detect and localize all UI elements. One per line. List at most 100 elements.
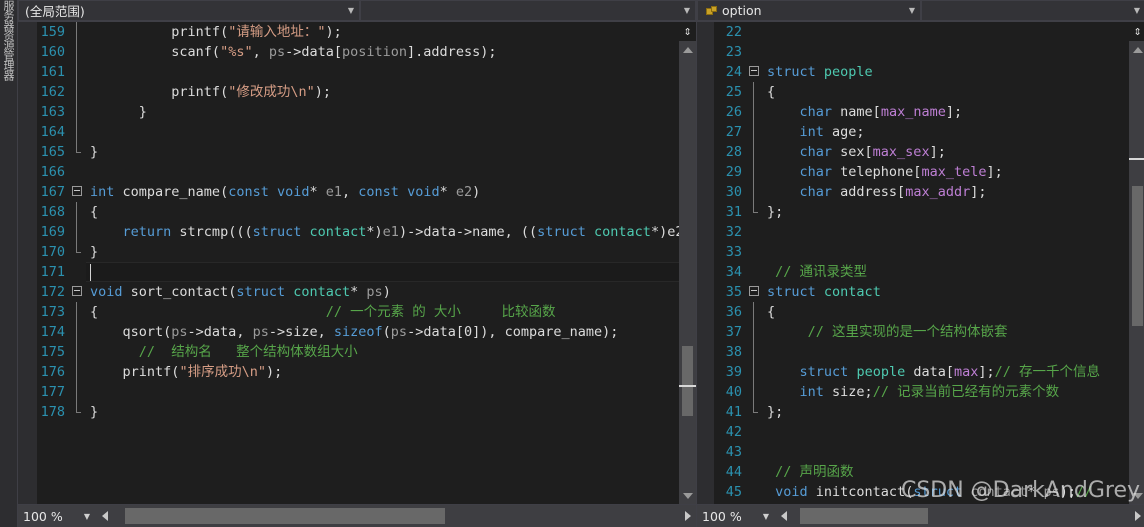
vertical-scroll-track-right[interactable] xyxy=(1129,58,1144,487)
server-explorer-tab[interactable]: 服务器资源管理器 xyxy=(0,0,17,120)
vertical-scrollbar-left[interactable]: ⇕ xyxy=(679,22,696,504)
code-line[interactable]: 23 xyxy=(714,42,1129,62)
scroll-up-button-right[interactable] xyxy=(1129,41,1144,58)
code-line[interactable]: 45 void initcontact(struct contact* ps);… xyxy=(714,482,1129,502)
code-line[interactable]: 27 int age; xyxy=(714,122,1129,142)
fold-margin-cell xyxy=(71,242,86,262)
code-text-area-left[interactable]: 159 printf("请输入地址："); 160 scanf("%s", ps-… xyxy=(37,22,679,504)
fold-margin-cell[interactable] xyxy=(748,282,763,302)
member-combo-right[interactable]: ▼ xyxy=(921,0,1144,21)
code-line[interactable]: 168 { xyxy=(37,202,679,222)
code-line[interactable]: 29 char telephone[max_tele]; xyxy=(714,162,1129,182)
code-token: contact xyxy=(594,224,651,240)
code-line[interactable]: 164 xyxy=(37,122,679,142)
code-line[interactable]: 162 printf("修改成功\n"); xyxy=(37,82,679,102)
scroll-right-button-left[interactable] xyxy=(679,505,696,527)
horizontal-scroll-track-right[interactable] xyxy=(792,505,1129,527)
code-line[interactable]: 46 xyxy=(714,502,1129,504)
chevron-down-icon[interactable]: ▼ xyxy=(78,512,96,521)
scroll-left-button-left[interactable] xyxy=(96,505,113,527)
code-token: ->size, xyxy=(268,324,334,340)
code-line[interactable]: 41}; xyxy=(714,402,1129,422)
vertical-scrollbar-right[interactable]: ⇕ xyxy=(1129,22,1144,504)
code-line[interactable]: 30 char address[max_addr]; xyxy=(714,182,1129,202)
chevron-down-icon[interactable]: ▼ xyxy=(679,6,695,15)
code-line[interactable]: 176 printf("排序成功\n"); xyxy=(37,362,679,382)
code-line[interactable]: 172 void sort_contact(struct contact* ps) xyxy=(37,282,679,302)
chevron-down-icon[interactable]: ▼ xyxy=(343,6,359,15)
indicator-margin-right[interactable] xyxy=(697,22,714,504)
code-line[interactable]: 175 // 结构名 整个结构体数组大小 xyxy=(37,342,679,362)
code-line[interactable]: 44 // 声明函数 xyxy=(714,462,1129,482)
collapse-minus-icon[interactable] xyxy=(749,286,759,296)
code-line[interactable]: 37 // 这里实现的是一个结构体嵌套 xyxy=(714,322,1129,342)
code-line[interactable]: 174 qsort(ps->data, ps->size, sizeof(ps-… xyxy=(37,322,679,342)
collapse-minus-icon[interactable] xyxy=(72,186,82,196)
vertical-scroll-thumb-left[interactable] xyxy=(682,346,693,416)
vertical-scroll-thumb-right[interactable] xyxy=(1132,186,1143,326)
code-line-text: int size;// 记录当前已经有的元素个数 xyxy=(763,382,1129,402)
zoom-level-left: 100 % xyxy=(23,508,63,524)
code-line[interactable]: 163 } xyxy=(37,102,679,122)
fold-margin-cell[interactable] xyxy=(748,62,763,82)
code-line[interactable]: 24 struct people xyxy=(714,62,1129,82)
code-line[interactable]: 35 struct contact xyxy=(714,282,1129,302)
code-text-area-right[interactable]: 22 23 24 struct people 25 {26 char name[max_n… xyxy=(714,22,1129,504)
code-line[interactable]: 165} xyxy=(37,142,679,162)
code-line[interactable]: 178} xyxy=(37,402,679,422)
scope-combo-right[interactable]: option ▼ xyxy=(697,0,921,21)
code-line[interactable]: 26 char name[max_name]; xyxy=(714,102,1129,122)
code-line[interactable]: 166 xyxy=(37,162,679,182)
code-line[interactable]: 28 char sex[max_sex]; xyxy=(714,142,1129,162)
vertical-scroll-track-left[interactable] xyxy=(679,58,696,487)
code-line[interactable]: 22 xyxy=(714,22,1129,42)
line-number: 30 xyxy=(725,184,742,200)
horizontal-scroll-thumb-left[interactable] xyxy=(125,508,445,524)
code-line[interactable]: 177 xyxy=(37,382,679,402)
code-line[interactable]: 167 int compare_name(const void* e1, cons… xyxy=(37,182,679,202)
code-line[interactable]: 161 xyxy=(37,62,679,82)
code-line[interactable]: 31}; xyxy=(714,202,1129,222)
code-token: } xyxy=(90,104,147,120)
code-line[interactable]: 160 scanf("%s", ps->data[position].addre… xyxy=(37,42,679,62)
scope-combo-left[interactable]: (全局范围) ▼ xyxy=(18,0,360,21)
fold-margin-cell xyxy=(748,302,763,322)
horizontal-scroll-track-left[interactable] xyxy=(113,505,679,527)
code-line[interactable]: 38 xyxy=(714,342,1129,362)
split-editor-handle-left[interactable]: ⇕ xyxy=(679,22,696,41)
scroll-right-button-right[interactable] xyxy=(1129,505,1144,527)
code-line[interactable]: 169 return strcmp(((struct contact*)e1)-… xyxy=(37,222,679,242)
code-line[interactable]: 36 { xyxy=(714,302,1129,322)
scroll-up-button-left[interactable] xyxy=(679,41,696,58)
zoom-combo-left[interactable]: 100 % ▼ xyxy=(18,505,96,527)
chevron-down-icon[interactable]: ▼ xyxy=(757,512,775,521)
code-line[interactable]: 39 struct people data[max];// 存一千个信息 xyxy=(714,362,1129,382)
code-line[interactable]: 171 xyxy=(37,262,679,282)
code-line[interactable]: 173 { // 一个元素 的 大小 比较函数 xyxy=(37,302,679,322)
collapse-minus-icon[interactable] xyxy=(749,66,759,76)
collapse-minus-icon[interactable] xyxy=(72,286,82,296)
code-line[interactable]: 43 xyxy=(714,442,1129,462)
member-combo-left[interactable]: ▼ xyxy=(360,0,696,21)
code-line[interactable]: 33 xyxy=(714,242,1129,262)
chevron-down-icon[interactable]: ▼ xyxy=(1129,6,1144,15)
code-line[interactable]: 34 // 通讯录类型 xyxy=(714,262,1129,282)
scroll-down-button-left[interactable] xyxy=(679,487,696,504)
zoom-combo-right[interactable]: 100 % ▼ xyxy=(697,505,775,527)
code-line[interactable]: 170} xyxy=(37,242,679,262)
code-line[interactable]: 32 xyxy=(714,222,1129,242)
code-line-text xyxy=(763,42,1129,62)
code-line[interactable]: 42 xyxy=(714,422,1129,442)
fold-margin-cell[interactable] xyxy=(71,182,86,202)
indicator-margin-left[interactable] xyxy=(18,22,37,504)
code-line[interactable]: 159 printf("请输入地址："); xyxy=(37,22,679,42)
scroll-down-button-right[interactable] xyxy=(1129,487,1144,504)
fold-margin-cell[interactable] xyxy=(71,282,86,302)
horizontal-scroll-thumb-right[interactable] xyxy=(800,508,928,524)
code-line[interactable]: 40 int size;// 记录当前已经有的元素个数 xyxy=(714,382,1129,402)
chevron-down-icon[interactable]: ▼ xyxy=(904,6,920,15)
scroll-left-button-right[interactable] xyxy=(775,505,792,527)
code-line[interactable]: 25 { xyxy=(714,82,1129,102)
split-editor-handle-right[interactable]: ⇕ xyxy=(1129,22,1144,41)
